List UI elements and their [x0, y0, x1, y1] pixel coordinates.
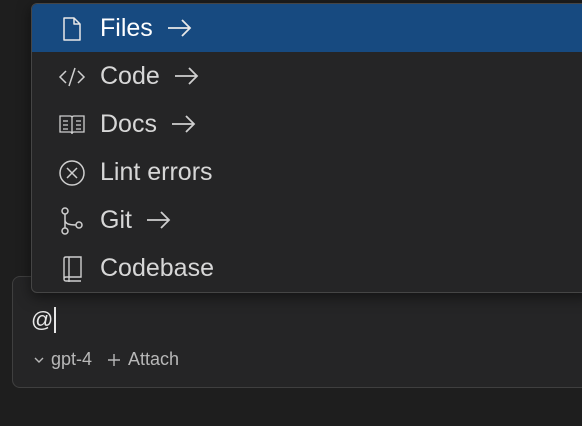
model-label: gpt-4 — [51, 349, 93, 369]
file-icon — [58, 15, 86, 43]
menu-item-label: Code — [100, 62, 160, 90]
book-icon — [58, 111, 86, 139]
mention-menu: Files Code Docs Lint errors Git Codebase — [31, 3, 582, 293]
text-caret — [54, 307, 56, 333]
menu-item-label: Docs — [100, 110, 157, 138]
menu-item-label: Git — [100, 206, 132, 234]
menu-item-lint-errors[interactable]: Lint errors — [32, 148, 582, 196]
code-icon — [58, 63, 86, 91]
chat-input-value: @ — [31, 307, 54, 332]
arrow-right-icon — [174, 63, 200, 92]
model-selector[interactable]: gpt-4 — [33, 349, 92, 370]
app-stage: @ gpt-4 Attach Files Code Docs Lint erro… — [0, 0, 582, 426]
menu-item-code[interactable]: Code — [32, 52, 582, 100]
arrow-right-icon — [171, 111, 197, 140]
git-branch-icon — [58, 207, 86, 235]
chat-input[interactable]: @ — [31, 307, 56, 333]
attach-button[interactable]: Attach — [106, 349, 179, 370]
menu-item-files[interactable]: Files — [32, 4, 582, 52]
arrow-right-icon — [146, 207, 172, 236]
menu-item-git[interactable]: Git — [32, 196, 582, 244]
menu-item-label: Lint errors — [100, 158, 213, 186]
menu-item-codebase[interactable]: Codebase — [32, 244, 582, 292]
attach-label: Attach — [128, 349, 180, 369]
menu-item-docs[interactable]: Docs — [32, 100, 582, 148]
repo-icon — [58, 255, 86, 283]
menu-item-label: Codebase — [100, 254, 214, 282]
chevron-down-icon — [33, 354, 45, 366]
menu-item-label: Files — [100, 14, 153, 42]
x-circle-icon — [58, 159, 86, 187]
plus-icon — [106, 352, 122, 368]
arrow-right-icon — [167, 15, 193, 44]
composer-toolbar: gpt-4 Attach — [33, 349, 179, 370]
